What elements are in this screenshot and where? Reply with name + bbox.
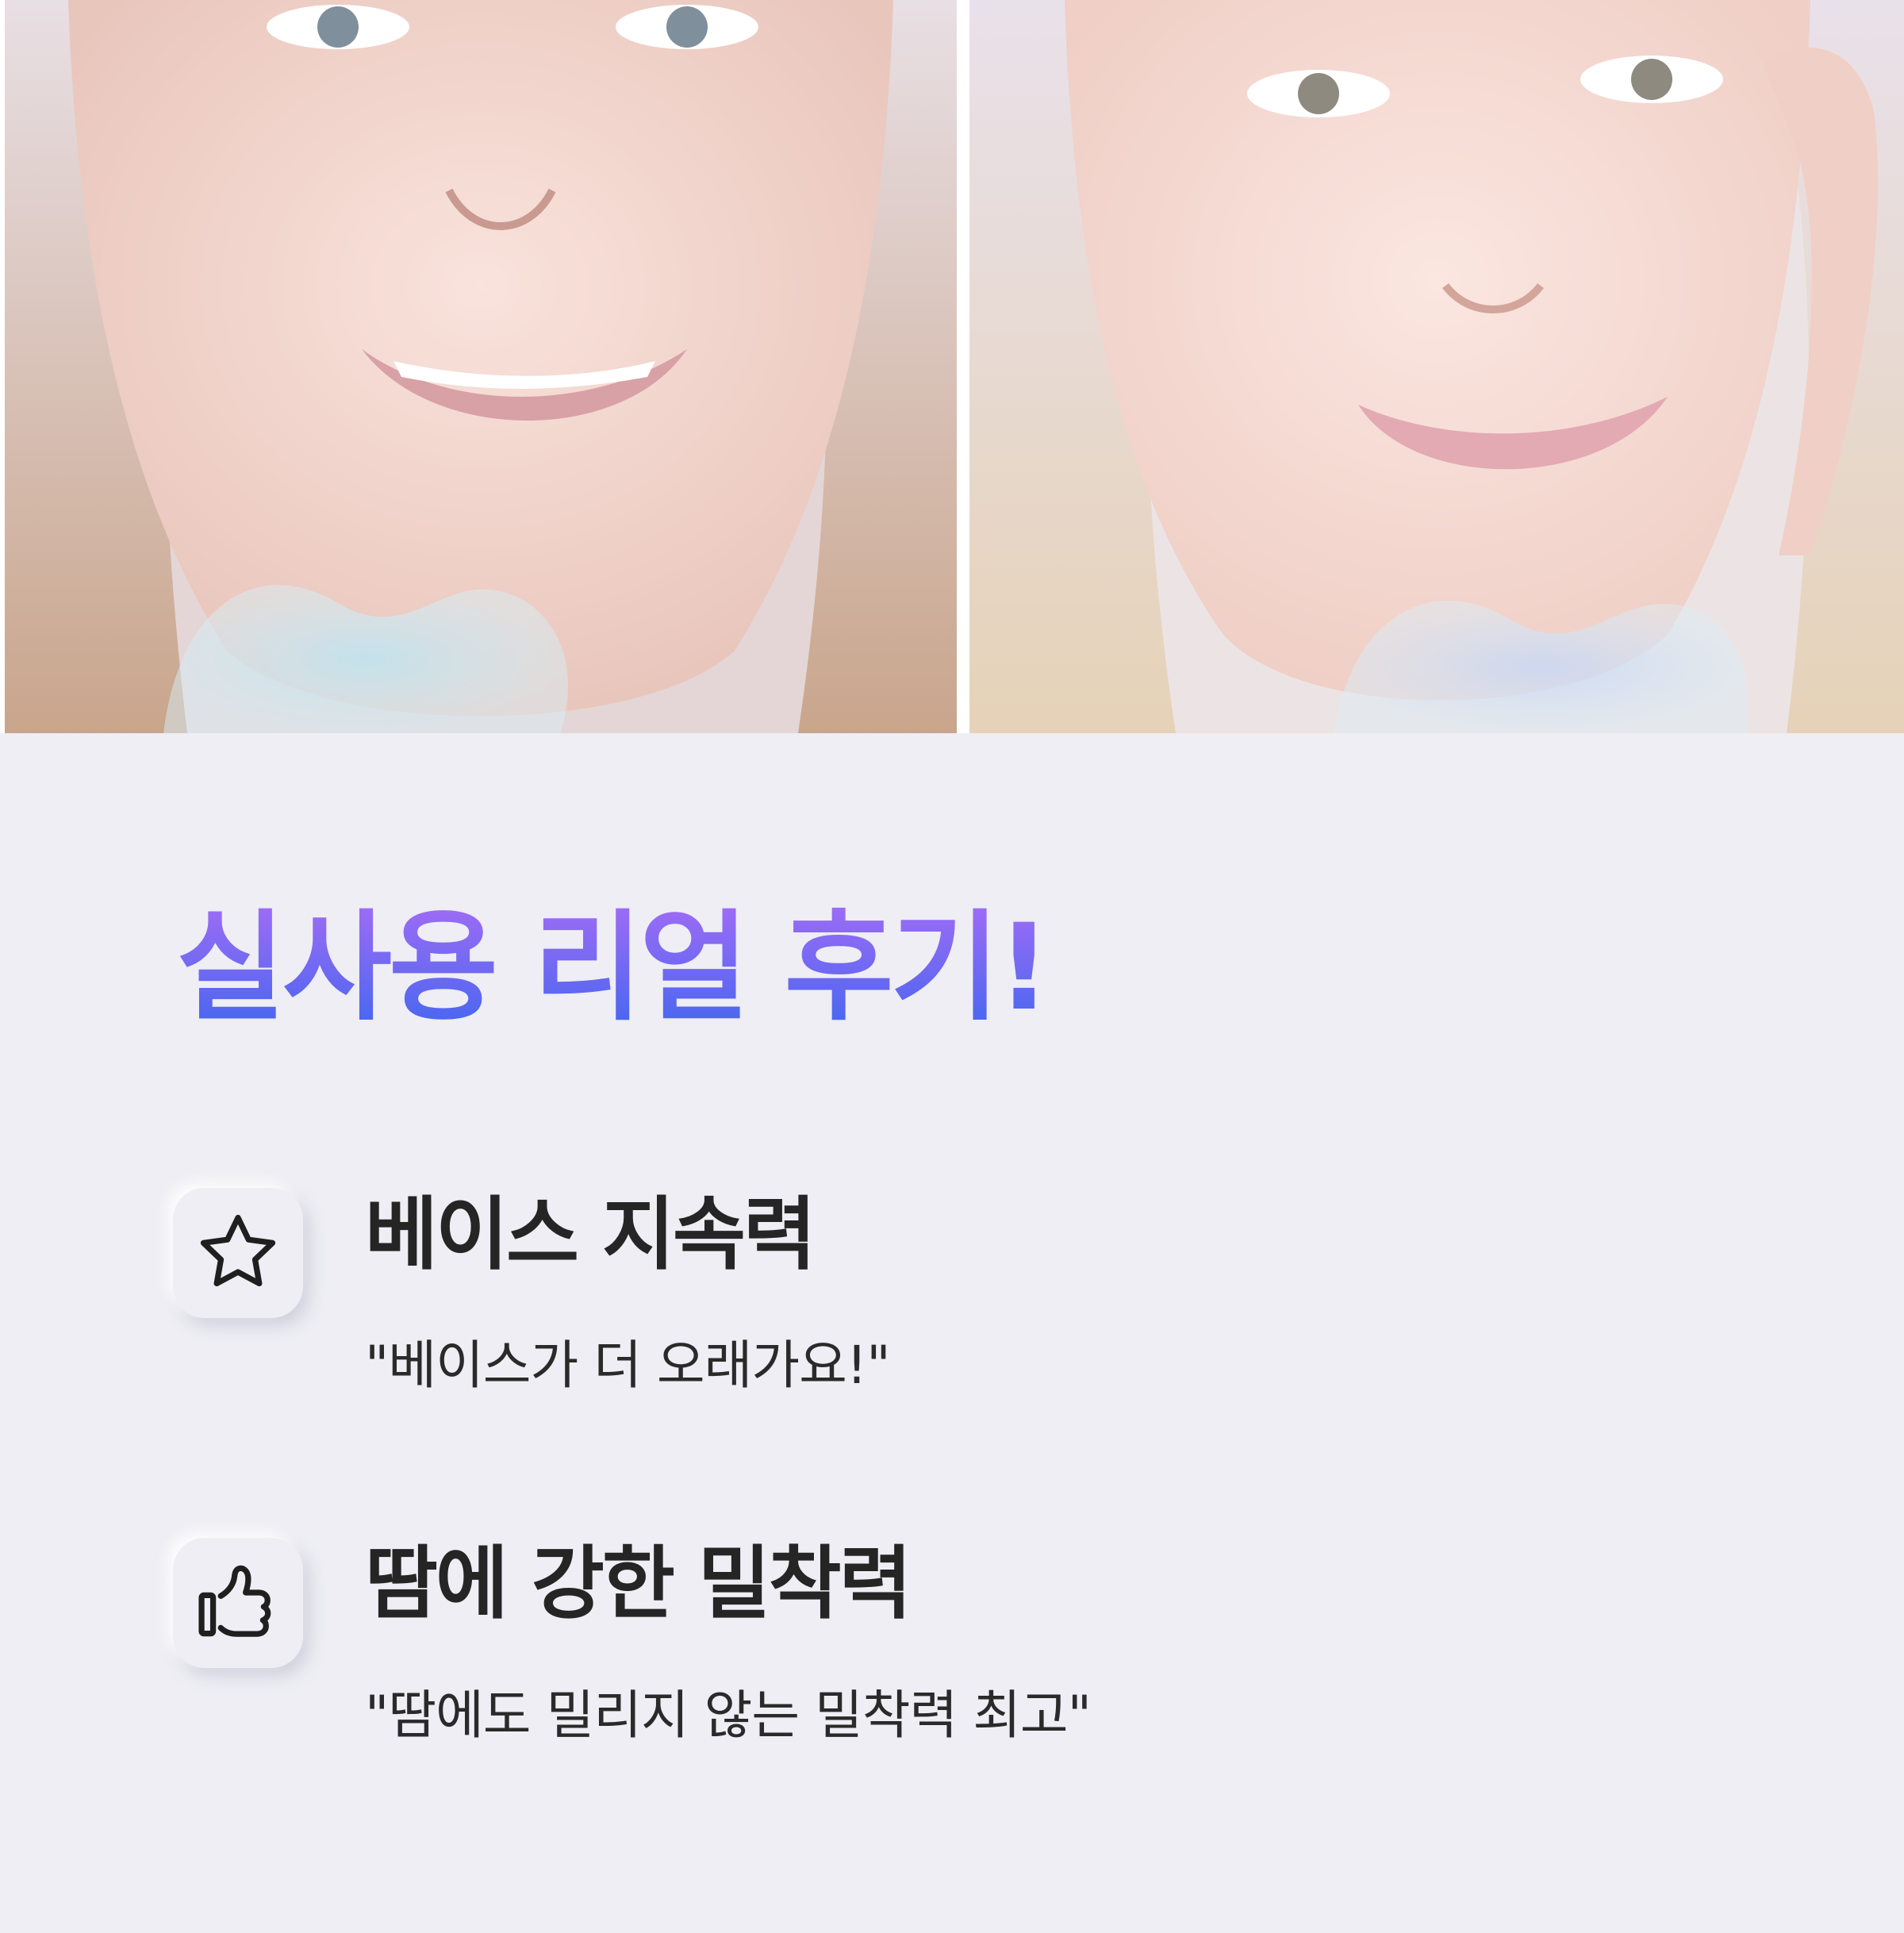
star-icon-button	[173, 1188, 303, 1318]
point-quote-base-lasting: "베이스가 더 오래가요!"	[365, 1335, 891, 1396]
before-photo	[5, 0, 957, 733]
page-title: 실사용 리얼 후기!	[176, 897, 1051, 1040]
thumbs-up-icon	[198, 1565, 271, 1637]
before-after-photos	[0, 0, 1904, 733]
point-title-base-lasting: 베이스 지속력	[365, 1188, 816, 1281]
point-quote-sweat-adhesion: "땀에도 밀리지 않는 밀착력 최고"	[365, 1685, 1092, 1746]
point-title-sweat-adhesion: 땀에 강한 밀착력	[365, 1537, 912, 1630]
thumbs-up-icon-button	[173, 1538, 303, 1668]
star-icon	[200, 1214, 276, 1287]
after-photo	[969, 0, 1904, 733]
